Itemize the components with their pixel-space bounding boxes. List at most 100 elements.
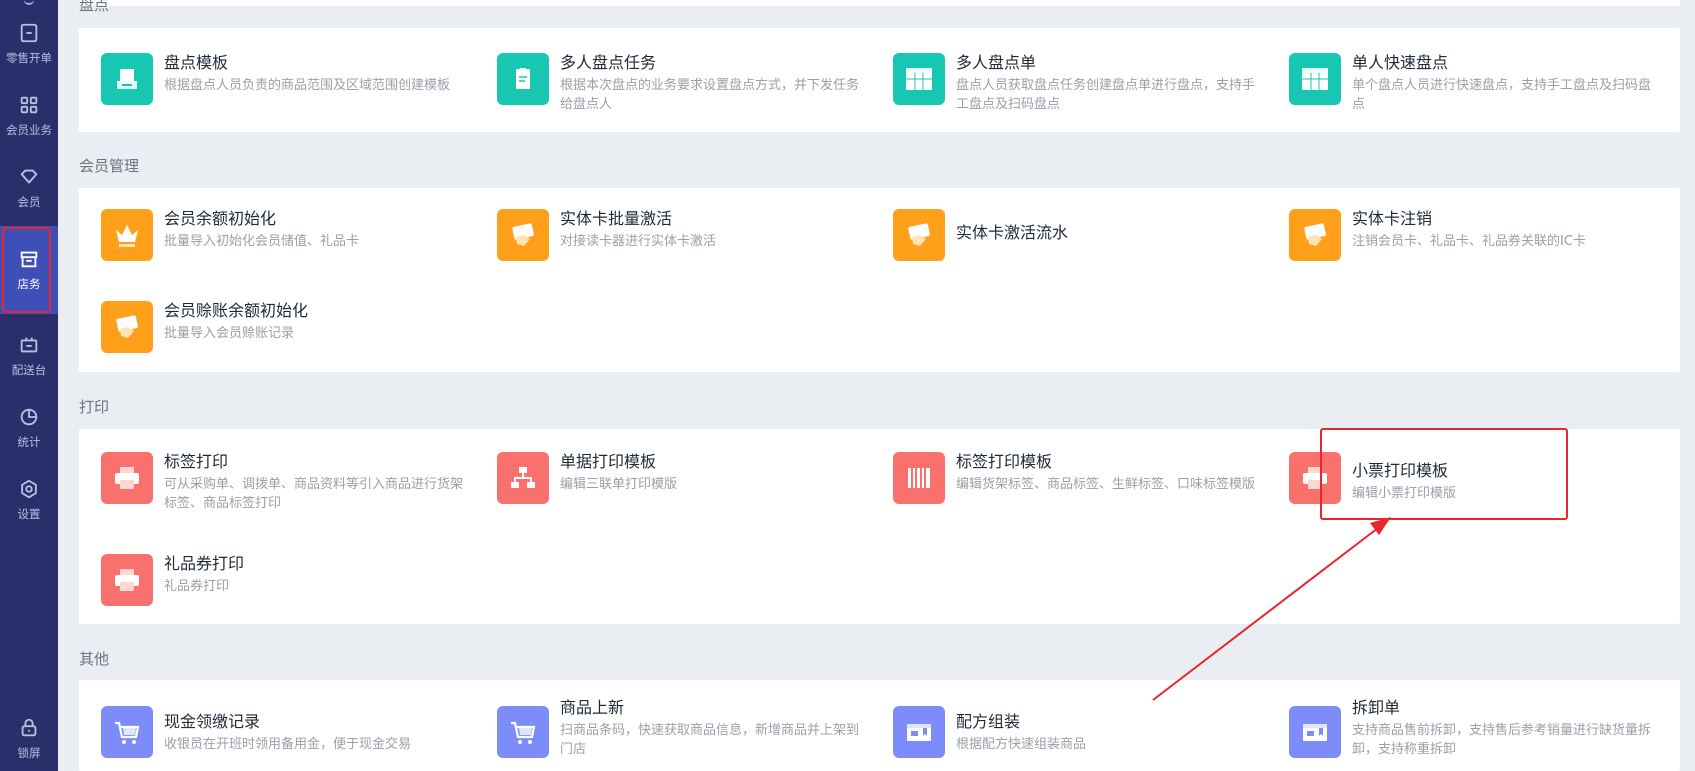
tile-name: 实体卡注销 [1352, 209, 1433, 228]
tile-label-print-template[interactable]: 标签打印模板 编辑货架标签、商品标签、生鲜标签、口味标签模版 [893, 451, 1263, 511]
gear-icon [21, 479, 37, 499]
tile-name: 标签打印模板 [956, 452, 1053, 471]
tile-card-batch-activate[interactable]: 实体卡批量激活 对接读卡器进行实体卡激活 [497, 208, 867, 268]
tile-receipt-print-template[interactable]: 小票打印模板 编辑小票打印模版 [1289, 451, 1659, 511]
tile-inventory-template[interactable]: 盘点模板 根据盘点人员负责的商品范围及区域范围创建模板 [101, 52, 471, 112]
sidebar-item-store-affairs[interactable]: 店务 [0, 226, 58, 314]
tile-document-print-template[interactable]: 单据打印模板 编辑三联单打印模版 [497, 451, 867, 511]
sidebar-item-lock-screen[interactable]: 锁屏 [0, 708, 58, 770]
tile-desc: 注销会员卡、礼品卡、礼品券关联的IC卡 [1352, 234, 1586, 249]
tile-name: 多人盘点任务 [560, 53, 657, 72]
tile-name: 实体卡激活流水 [956, 223, 1069, 242]
tile-desc: 根据配方快速组装商品 [956, 737, 1087, 752]
card-hand-icon [1289, 209, 1341, 261]
tile-name: 单人快速盘点 [1352, 53, 1449, 72]
inventory-card: 盘点模板 根据盘点人员负责的商品范围及区域范围创建模板 多人盘点任务 根据本次盘… [79, 28, 1680, 132]
print-card: 标签打印 可从采购单、调拨单、商品资料等引入商品进行货架标签、商品标签打印 单据… [79, 429, 1680, 624]
tile-name: 礼品券打印 [164, 554, 245, 573]
sidebar-item-member-business[interactable]: 会员业务 [0, 80, 58, 152]
sidebar-item-member[interactable]: 会员 [0, 152, 58, 224]
barcode-icon [893, 452, 945, 504]
tile-desc: 编辑三联单打印模版 [560, 477, 678, 492]
sidebar-item-statistics[interactable]: 统计 [0, 392, 58, 464]
tile-desc: 收银员在开班时领用备用金，便于现金交易 [164, 737, 412, 752]
sidebar-item-label: 设置 [17, 507, 41, 521]
tile-desc: 可从采购单、调拨单、商品资料等引入商品进行货架标签、商品标签打印 [164, 477, 464, 511]
tile-label-print[interactable]: 标签打印 可从采购单、调拨单、商品资料等引入商品进行货架标签、商品标签打印 [101, 451, 471, 511]
top-strip [80, 0, 1680, 6]
tile-name: 商品上新 [560, 698, 625, 717]
tile-desc: 单个盘点人员进行快速盘点，支持手工盘点及扫码盘点 [1352, 78, 1652, 112]
other-card: 现金领缴记录 收银员在开班时领用备用金，便于现金交易 商品上新 扫商品条码，快速… [79, 680, 1680, 771]
tile-desc: 根据盘点人员负责的商品范围及区域范围创建模板 [164, 78, 451, 93]
sidebar-item-label: 配送台 [11, 363, 47, 377]
lock-icon [21, 718, 37, 737]
sidebar-item-retail-order[interactable]: 零售开单 [0, 8, 58, 80]
sidebar-item-label: 会员业务 [6, 123, 52, 137]
cart-icon [497, 706, 549, 758]
tile-desc: 根据本次盘点的业务要求设置盘点方式，并下发任务给盘点人 [560, 78, 860, 112]
scanner-icon [101, 53, 153, 105]
pie-chart-icon [20, 408, 38, 426]
tile-card-activation-log[interactable]: 实体卡激活流水 [893, 208, 1263, 268]
card-hand-icon [893, 209, 945, 261]
main-content: 盘点 盘点模板 根据盘点人员负责的商品范围及区域范围创建模板 多人盘点任务 根据… [58, 0, 1695, 771]
tile-desc: 编辑小票打印模版 [1352, 486, 1457, 501]
tile-name: 配方组装 [956, 712, 1021, 731]
diamond-icon [20, 169, 38, 184]
tile-desc: 批量导入初始化会员储值、礼品卡 [164, 234, 360, 249]
tile-gift-voucher-print[interactable]: 礼品券打印 礼品券打印 [101, 553, 471, 613]
tile-name: 盘点模板 [164, 53, 229, 72]
tile-multi-inventory-task[interactable]: 多人盘点任务 根据本次盘点的业务要求设置盘点方式，并下发任务给盘点人 [497, 52, 867, 112]
printer-icon [1289, 452, 1341, 504]
tile-name: 现金领缴记录 [164, 712, 261, 731]
tile-single-quick-inventory[interactable]: 单人快速盘点 单个盘点人员进行快速盘点，支持手工盘点及扫码盘点 [1289, 52, 1659, 112]
section-title-other: 其他 [79, 650, 110, 668]
box-icon [893, 706, 945, 758]
tile-name: 单据打印模板 [560, 452, 657, 471]
tile-new-product[interactable]: 商品上新 扫商品条码，快速获取商品信息，新增商品并上架到门店 [497, 698, 867, 765]
sidebar-item-label: 统计 [17, 435, 41, 449]
tile-recipe-assembly[interactable]: 配方组装 根据配方快速组装商品 [893, 705, 1263, 765]
sidebar-item-delivery[interactable]: 配送台 [0, 320, 58, 392]
sidebar: 零售开单 会员业务 会员 店务 配送台 统计 设置 锁屏 [0, 0, 58, 771]
section-title-member: 会员管理 [79, 157, 140, 175]
logo-fragment-icon [24, 0, 34, 5]
tile-member-credit-init[interactable]: 会员赊账余额初始化 批量导入会员赊账记录 [101, 300, 471, 360]
section-title-print: 打印 [79, 398, 110, 416]
tile-disassembly[interactable]: 拆卸单 支持商品售前拆卸，支持售后参考销量进行缺货量拆卸，支持称重拆卸 [1289, 698, 1659, 765]
table-icon [1289, 53, 1341, 105]
tile-multi-inventory-sheet[interactable]: 多人盘点单 盘点人员获取盘点任务创建盘点单进行盘点，支持手工盘点及扫码盘点 [893, 52, 1263, 112]
box-icon [1289, 706, 1341, 758]
tile-desc: 盘点人员获取盘点任务创建盘点单进行盘点，支持手工盘点及扫码盘点 [956, 78, 1256, 112]
tile-name: 多人盘点单 [956, 53, 1037, 72]
tile-desc: 批量导入会员赊账记录 [164, 326, 295, 341]
tile-cash-record[interactable]: 现金领缴记录 收银员在开班时领用备用金，便于现金交易 [101, 705, 471, 765]
tile-card-cancel[interactable]: 实体卡注销 注销会员卡、礼品卡、礼品券关联的IC卡 [1289, 208, 1659, 268]
sidebar-item-label: 零售开单 [6, 51, 52, 65]
receipt-icon [20, 23, 38, 43]
tile-name: 拆卸单 [1352, 698, 1401, 717]
highlight-box [2, 227, 51, 313]
printer-icon [101, 554, 153, 606]
member-card: 会员余额初始化 批量导入初始化会员储值、礼品卡 实体卡批量激活 对接读卡器进行实… [79, 188, 1680, 372]
clipboard-icon [497, 53, 549, 105]
tile-member-balance-init[interactable]: 会员余额初始化 批量导入初始化会员储值、礼品卡 [101, 208, 471, 268]
tile-name: 会员余额初始化 [164, 209, 277, 228]
table-icon [893, 53, 945, 105]
card-hand-icon [497, 209, 549, 261]
sidebar-item-label: 锁屏 [17, 746, 41, 760]
tile-desc: 编辑货架标签、商品标签、生鲜标签、口味标签模版 [956, 477, 1256, 492]
org-chart-icon [497, 452, 549, 504]
section-title-inventory: 盘点 [79, 0, 110, 14]
printer-icon [101, 452, 153, 504]
tile-desc: 扫商品条码，快速获取商品信息，新增商品并上架到门店 [560, 723, 860, 757]
sidebar-item-settings[interactable]: 设置 [0, 464, 58, 536]
tile-desc: 对接读卡器进行实体卡激活 [560, 234, 717, 249]
card-hand-icon [101, 301, 153, 353]
tile-name: 实体卡批量激活 [560, 209, 673, 228]
tile-desc: 礼品券打印 [164, 579, 230, 594]
crown-icon [101, 209, 153, 261]
tile-desc: 支持商品售前拆卸，支持售后参考销量进行缺货量拆卸，支持称重拆卸 [1352, 723, 1652, 757]
tile-name: 小票打印模板 [1352, 461, 1449, 480]
